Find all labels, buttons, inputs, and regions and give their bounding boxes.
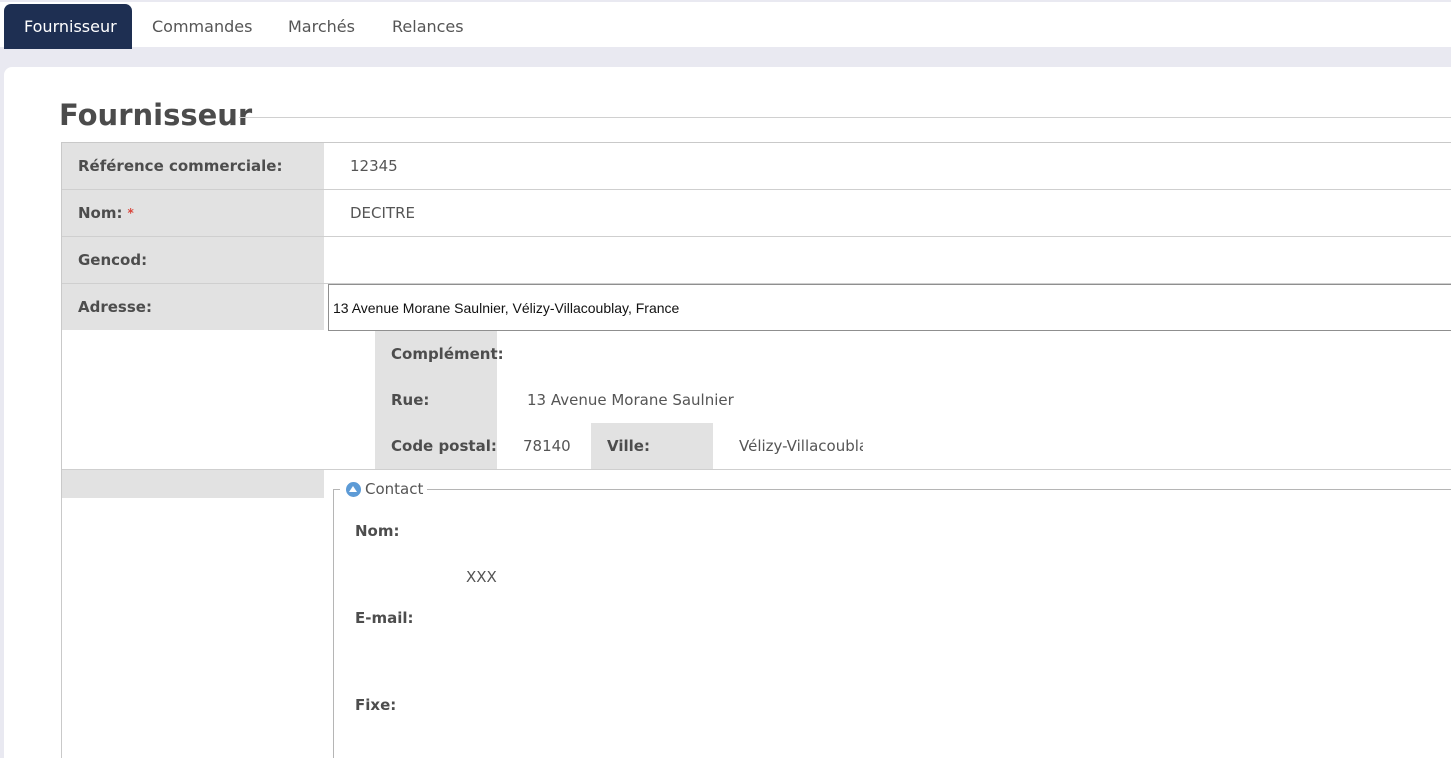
tab-commandes[interactable]: Commandes (132, 4, 268, 49)
nom-label-cell: Nom: * (62, 190, 324, 236)
required-marker: * (127, 206, 134, 220)
contact-fieldset (333, 489, 1451, 758)
collapse-up-icon[interactable] (346, 481, 361, 497)
reference-value[interactable]: 12345 (350, 143, 398, 189)
tab-fournisseur[interactable]: Fournisseur (4, 4, 132, 49)
tab-marches[interactable]: Marchés (268, 4, 372, 49)
ville-label: Ville: (591, 423, 713, 469)
ville-value[interactable]: Vélizy-Villacoubla (739, 423, 863, 469)
tab-relances[interactable]: Relances (372, 4, 480, 49)
rue-value[interactable]: 13 Avenue Morane Saulnier (527, 377, 734, 423)
complement-label: Complément: (391, 345, 504, 363)
adresse-label: Adresse: (62, 284, 324, 330)
page-title: Fournisseur (59, 98, 253, 132)
address-input[interactable]: 13 Avenue Morane Saulnier, Vélizy-Villac… (328, 284, 1451, 331)
contact-legend[interactable]: Contact (340, 478, 428, 500)
code-postal-label: Code postal: (391, 437, 497, 455)
gencod-label: Gencod: (62, 237, 324, 283)
code-postal-value[interactable]: 78140 (523, 423, 571, 469)
tab-bar: Fournisseur Commandes Marchés Relances (0, 0, 1451, 49)
contact-label-cell (62, 470, 324, 498)
nom-value[interactable]: DECITRE (350, 190, 415, 236)
reference-label: Référence commerciale: (62, 143, 324, 189)
contact-fixe-label: Fixe: (355, 696, 397, 714)
contact-nom-value[interactable]: XXX (466, 566, 497, 588)
contact-legend-label: Contact (365, 480, 424, 498)
nom-label: Nom: (78, 204, 123, 222)
contact-nom-label: Nom: (355, 522, 400, 540)
contact-email-label: E-mail: (355, 609, 414, 627)
rue-label: Rue: (391, 391, 430, 409)
title-divider (239, 117, 1451, 118)
